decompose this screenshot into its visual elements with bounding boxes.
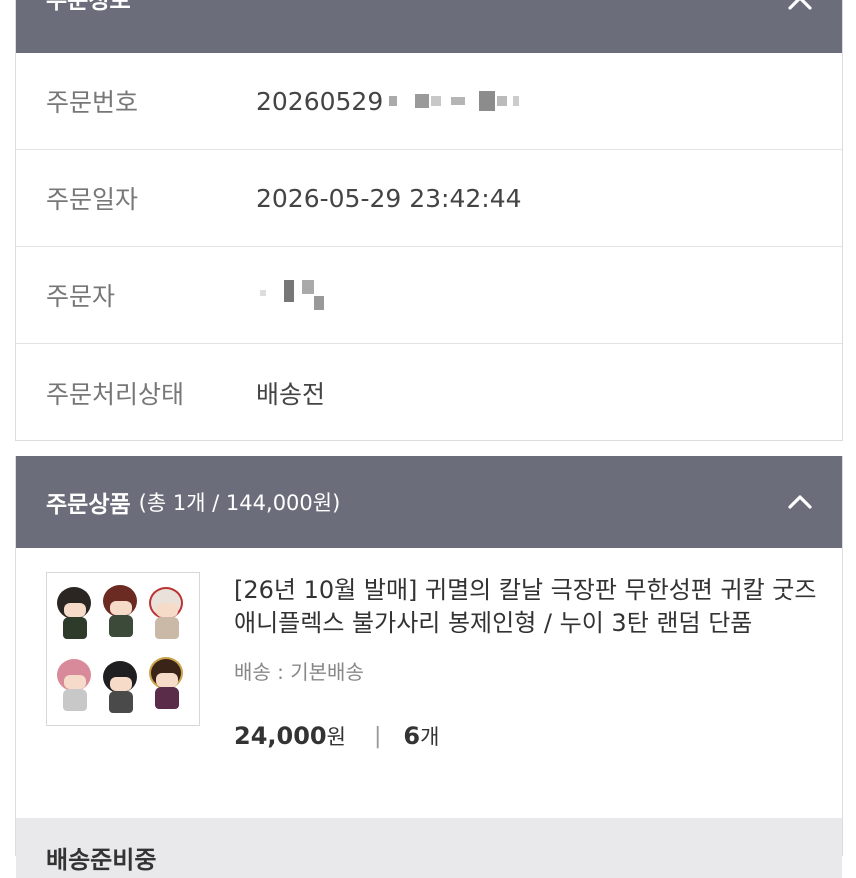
order-number-value: 20260529 — [256, 86, 520, 116]
product-quantity: 6 — [403, 722, 421, 750]
chevron-up-icon[interactable] — [788, 0, 812, 15]
plush-figure — [57, 587, 93, 639]
shipping-status-title: 배송준비중 — [46, 846, 157, 874]
product-shipping: 배송 : 기본배송 — [234, 660, 364, 684]
shipping-status-bar: 배송준비중 — [16, 818, 842, 878]
order-number-text: 20260529 — [256, 86, 384, 116]
order-status-row: 주문처리상태 배송전 — [16, 344, 842, 441]
plush-figure — [149, 587, 185, 639]
product-info: [26년 10월 발매] 귀멸의 칼날 극장판 무한성편 귀칼 굿즈 애니플렉스… — [234, 572, 834, 751]
product-item: [26년 10월 발매] 귀멸의 칼날 극장판 무한성편 귀칼 굿즈 애니플렉스… — [16, 548, 842, 751]
order-products-title: 주문상품 — [46, 492, 131, 518]
redacted-mark — [256, 280, 324, 310]
order-info-header[interactable]: 주문정보 — [16, 0, 842, 53]
product-price-unit: 원 — [326, 725, 346, 749]
product-price: 24,000 — [234, 722, 327, 750]
product-thumbnail[interactable] — [46, 572, 200, 726]
order-number-label: 주문번호 — [46, 88, 139, 117]
order-date-row: 주문일자 2026-05-29 23:42:44 — [16, 150, 842, 247]
plush-figure — [103, 585, 139, 637]
order-date-value: 2026-05-29 23:42:44 — [256, 183, 522, 213]
orderer-value — [256, 280, 324, 310]
order-date-label: 주문일자 — [46, 185, 139, 214]
redacted-mark — [385, 91, 520, 111]
orderer-label: 주문자 — [46, 282, 116, 311]
product-name[interactable]: [26년 10월 발매] 귀멸의 칼날 극장판 무한성편 귀칼 굿즈 애니플렉스… — [234, 574, 834, 640]
order-status-value: 배송전 — [256, 379, 326, 409]
order-products-panel: 주문상품 (총 1개 / 144,000원) [26년 10월 발매] 귀멸의 … — [15, 456, 843, 878]
order-number-row: 주문번호 20260529 — [16, 53, 842, 150]
price-quantity-divider: | — [373, 723, 382, 749]
order-products-summary: (총 1개 / 144,000원) — [138, 491, 341, 515]
order-products-header[interactable]: 주문상품 (총 1개 / 144,000원) — [16, 456, 842, 548]
chevron-up-icon[interactable] — [788, 490, 812, 514]
product-quantity-unit: 개 — [420, 725, 440, 749]
product-price-row: 24,000 원 | 6 개 — [234, 721, 834, 751]
plush-figure — [57, 659, 93, 711]
order-info-title: 주문정보 — [46, 0, 131, 14]
plush-figure — [103, 661, 139, 713]
order-status-label: 주문처리상태 — [46, 379, 185, 409]
orderer-row: 주문자 — [16, 247, 842, 344]
order-info-panel: 주문정보 주문번호 20260529 주문일자 2026-05-29 23:42… — [15, 0, 843, 441]
plush-figure — [149, 657, 185, 709]
